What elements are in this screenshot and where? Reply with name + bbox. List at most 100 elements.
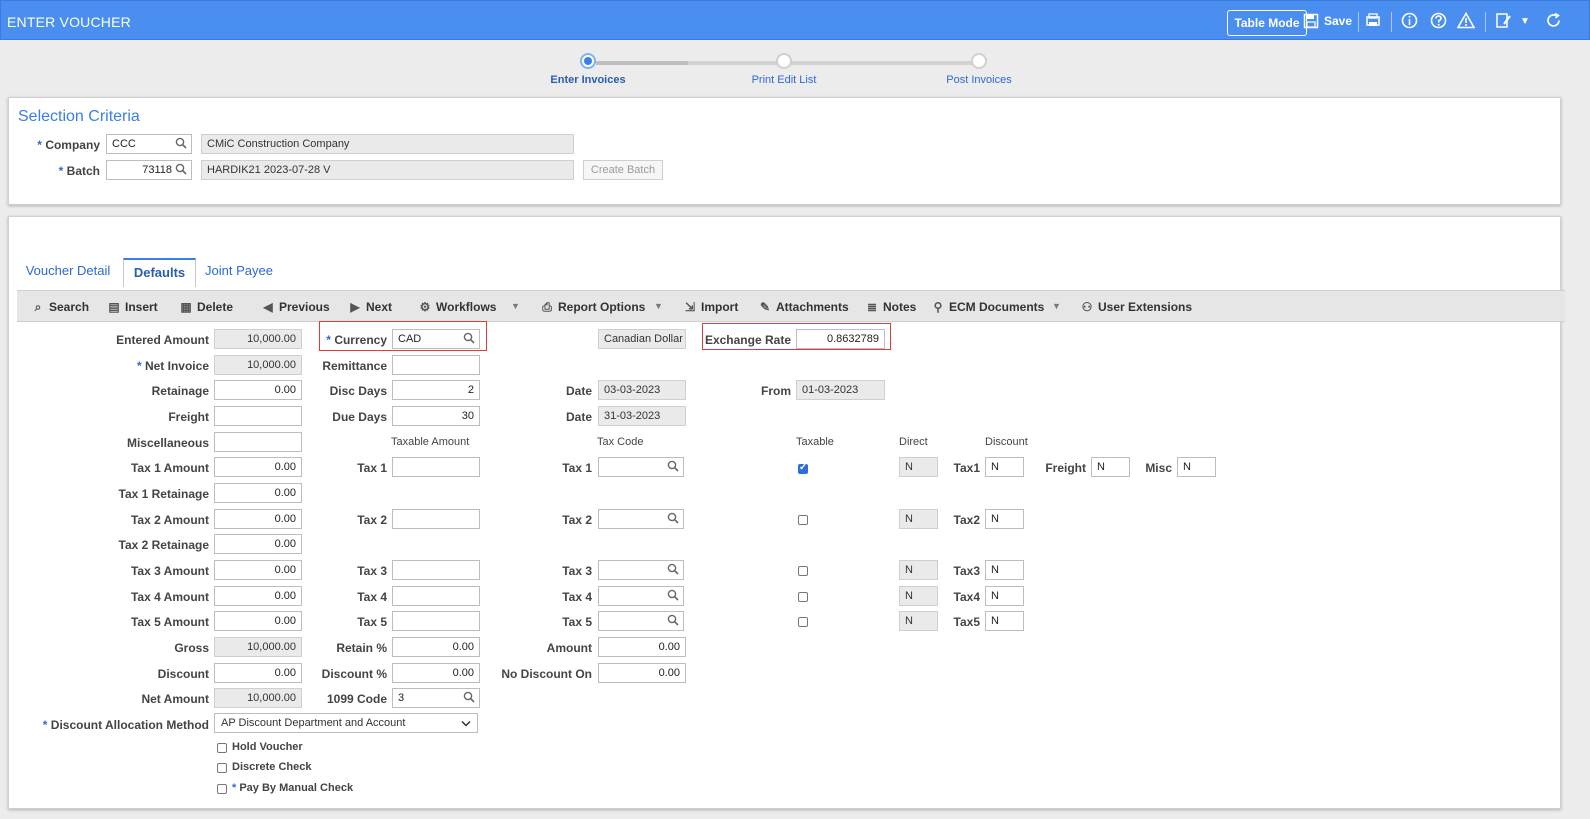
- discrete-check-checkbox[interactable]: [217, 763, 227, 773]
- tax1-retainage-input[interactable]: 0.00: [214, 483, 302, 503]
- tax2-discount-input[interactable]: N: [985, 509, 1024, 529]
- chevron-down-icon[interactable]: ▼: [1519, 13, 1531, 31]
- create-batch-button[interactable]: Create Batch: [583, 160, 663, 180]
- tax2-taxable-input[interactable]: [392, 509, 480, 529]
- page-title: ENTER VOUCHER: [7, 14, 131, 30]
- tax3-discount-input[interactable]: N: [985, 560, 1024, 580]
- search-icon[interactable]: [667, 589, 679, 601]
- retain-pct-input[interactable]: 0.00: [392, 637, 480, 657]
- search-icon[interactable]: [175, 137, 187, 149]
- entered-amount-field: 10,000.00: [214, 329, 302, 349]
- tax5-discount-input[interactable]: N: [985, 611, 1024, 631]
- amount-input[interactable]: 0.00: [598, 637, 686, 657]
- delete-button[interactable]: ▦ Delete: [179, 300, 233, 314]
- table-mode-button[interactable]: Table Mode: [1227, 10, 1307, 36]
- tax5-amount-input[interactable]: 0.00: [214, 611, 302, 631]
- tax1-taxable-input[interactable]: [392, 457, 480, 477]
- import-button[interactable]: ⇲ Import: [683, 300, 738, 314]
- pay-by-manual-check-checkbox[interactable]: [217, 784, 227, 794]
- attachments-button[interactable]: ✎ Attachments: [758, 300, 849, 314]
- exchange-rate-input[interactable]: 0.8632789: [796, 329, 885, 349]
- ecm-documents-button[interactable]: ⚲ ECM Documents: [931, 300, 1045, 314]
- info-icon[interactable]: [1400, 12, 1418, 34]
- tax3-taxable-checkbox[interactable]: [798, 566, 808, 576]
- discount-allocation-select[interactable]: AP Discount Department and Account: [214, 713, 478, 733]
- notes-button[interactable]: ≣ Notes: [865, 300, 916, 314]
- tax1-taxable-checkbox[interactable]: [798, 462, 808, 474]
- report-options-dropdown-icon[interactable]: ▼: [654, 301, 663, 311]
- search-icon[interactable]: [463, 691, 475, 703]
- tax-code2-label: Tax 2: [562, 513, 592, 527]
- tax4-taxable-checkbox[interactable]: [798, 592, 808, 602]
- currency-input[interactable]: CAD: [392, 329, 480, 349]
- batch-description-field: HARDIK21 2023-07-28 V: [201, 160, 574, 180]
- tax1-label: Tax 1: [357, 461, 387, 475]
- miscellaneous-input[interactable]: [214, 432, 302, 452]
- tab-voucher-detail[interactable]: Voucher Detail: [18, 258, 118, 287]
- tax2-taxable-checkbox[interactable]: [798, 515, 808, 525]
- previous-button[interactable]: ◀ Previous: [261, 300, 329, 314]
- hold-voucher-checkbox[interactable]: [217, 743, 227, 753]
- help-icon[interactable]: [1429, 12, 1447, 34]
- tab-joint-payee[interactable]: Joint Payee: [198, 258, 280, 287]
- tab-defaults[interactable]: Defaults: [123, 258, 196, 287]
- ecm-dropdown-icon[interactable]: ▼: [1052, 301, 1061, 311]
- step-print-edit-list[interactable]: Print Edit List: [714, 74, 854, 86]
- company-code-input[interactable]: CCC: [106, 134, 192, 154]
- tax2-retainage-input[interactable]: 0.00: [214, 534, 302, 554]
- tax1-amount-input[interactable]: 0.00: [214, 457, 302, 477]
- tax3-taxable-input[interactable]: [392, 560, 480, 580]
- tax4-discount-input[interactable]: N: [985, 586, 1024, 606]
- search-icon[interactable]: [667, 563, 679, 575]
- edit-icon[interactable]: [1494, 12, 1512, 34]
- search-icon[interactable]: [667, 460, 679, 472]
- insert-button[interactable]: ▤ Insert: [107, 300, 157, 314]
- batch-number-input[interactable]: 73118: [106, 160, 192, 180]
- step-dot-post-invoices[interactable]: [971, 53, 987, 69]
- step-dot-print-edit-list[interactable]: [776, 53, 792, 69]
- search-icon[interactable]: [463, 332, 475, 344]
- refresh-icon[interactable]: [1544, 12, 1562, 34]
- report-options-button[interactable]: ⎙ Report Options: [540, 300, 645, 315]
- step-post-invoices[interactable]: Post Invoices: [909, 74, 1049, 86]
- code-1099-input[interactable]: 3: [392, 688, 480, 708]
- next-button[interactable]: ▶ Next: [348, 300, 392, 314]
- no-discount-on-input[interactable]: 0.00: [598, 663, 686, 683]
- tax4-amount-input[interactable]: 0.00: [214, 586, 302, 606]
- tax2-amount-input[interactable]: 0.00: [214, 509, 302, 529]
- warning-icon[interactable]: [1456, 11, 1476, 34]
- from-label: From: [761, 384, 791, 398]
- remittance-input[interactable]: [392, 355, 480, 375]
- retainage-input[interactable]: 0.00: [214, 380, 302, 400]
- tax-code4-input[interactable]: [598, 586, 684, 606]
- tax4-taxable-input[interactable]: [392, 586, 480, 606]
- tax-code1-input[interactable]: [598, 457, 684, 477]
- search-button[interactable]: ⌕ Search: [31, 300, 89, 315]
- search-icon[interactable]: [667, 614, 679, 626]
- due-days-input[interactable]: 30: [392, 406, 480, 426]
- step-dot-enter-invoices[interactable]: [580, 53, 596, 69]
- workflows-button[interactable]: ⚙ Workflows: [418, 300, 497, 314]
- freight-input[interactable]: [214, 406, 302, 426]
- hold-voucher-label: Hold Voucher: [232, 741, 303, 753]
- tax-code3-input[interactable]: [598, 560, 684, 580]
- freight-discount-input[interactable]: N: [1091, 457, 1130, 477]
- search-icon[interactable]: [175, 163, 187, 175]
- disc-days-input[interactable]: 2: [392, 380, 480, 400]
- print-icon[interactable]: [1364, 12, 1382, 33]
- discount-input[interactable]: 0.00: [214, 663, 302, 683]
- workflows-dropdown-icon[interactable]: ▼: [511, 301, 520, 311]
- tax3-amount-input[interactable]: 0.00: [214, 560, 302, 580]
- app-header: ENTER VOUCHER Table Mode Save ▼: [0, 0, 1590, 40]
- tax-code2-input[interactable]: [598, 509, 684, 529]
- user-extensions-button[interactable]: ⚇ User Extensions: [1080, 300, 1192, 314]
- misc-discount-input[interactable]: N: [1177, 457, 1216, 477]
- search-icon[interactable]: [667, 512, 679, 524]
- tax5-taxable-checkbox[interactable]: [798, 617, 808, 627]
- step-enter-invoices[interactable]: Enter Invoices: [518, 74, 658, 86]
- tax1-discount-input[interactable]: N: [985, 457, 1024, 477]
- tax-code5-input[interactable]: [598, 611, 684, 631]
- tax1-discount-label: Tax1: [953, 461, 980, 475]
- tax5-taxable-input[interactable]: [392, 611, 480, 631]
- discount-pct-input[interactable]: 0.00: [392, 663, 480, 683]
